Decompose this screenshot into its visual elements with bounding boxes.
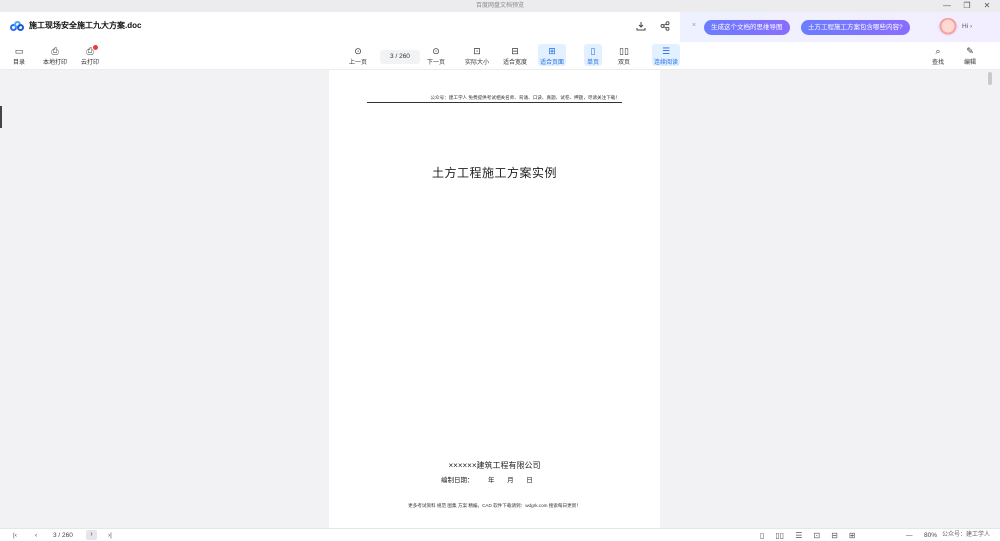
fit-width-small-icon[interactable]: ⊟ [831, 530, 838, 541]
page-header-rule [367, 102, 622, 103]
single-page-button[interactable]: ▯ 单页 [584, 44, 602, 66]
download-icon[interactable] [636, 21, 646, 34]
search-label: 查找 [931, 60, 944, 66]
ai-avatar-icon[interactable] [938, 18, 958, 36]
app-window: 百度网盘文档预览 — ❐ ✕ 施工现场安全施工九大方案.doc × 生成这个文档… [0, 0, 1000, 541]
share-icon[interactable] [660, 21, 670, 34]
continuous-read-icon: ☰ [661, 46, 671, 56]
page-footer-text: 更多考试资料 规范 图集 方案 精编，CAD 软件下载请到：wdgrk.com … [408, 503, 581, 508]
cloud-print-button[interactable]: ⎙ 云打印 [81, 45, 100, 66]
fit-page-button[interactable]: ⊞ 适合页面 [538, 44, 567, 66]
double-page-button[interactable]: ▯▯ 双页 [617, 46, 631, 66]
close-button[interactable]: ✕ [982, 0, 992, 12]
last-page-button[interactable]: ›| [108, 530, 112, 541]
single-page-label: 单页 [586, 60, 599, 66]
page-number-input[interactable]: 3 / 260 [380, 50, 420, 64]
actual-size-button[interactable]: ⊡ 实际大小 [465, 46, 489, 66]
page-header-text: 公众号：建工学人 免费提供考试相关名师、背诵、口诀、真题、试卷、押题，尽请关注下… [430, 95, 620, 100]
next-page-button[interactable]: ⊙ 下一页 [427, 46, 445, 66]
search-button[interactable]: ⌕ 查找 [931, 46, 945, 66]
company-name: ××××××建筑工程有限公司 [448, 461, 541, 470]
text-cursor [0, 106, 2, 128]
compile-date: 编制日期： 年 月 日 [441, 477, 533, 484]
scroll-view-icon[interactable]: ☰ [795, 530, 802, 541]
continuous-read-label: 连续阅读 [654, 60, 679, 66]
actual-size-label: 实际大小 [465, 60, 490, 66]
window-title: 百度网盘文档预览 [0, 0, 1000, 12]
fit-width-icon: ⊟ [511, 46, 519, 56]
search-icon: ⌕ [935, 46, 941, 56]
cloud-print-label: 云打印 [81, 60, 100, 66]
fit-page-label: 适合页面 [540, 60, 565, 66]
zoom-out-button[interactable]: — [906, 530, 913, 541]
header-actions [636, 21, 670, 34]
local-print-button[interactable]: ⎙ 本地打印 [43, 46, 67, 66]
single-page-icon: ▯ [590, 46, 596, 56]
status-bar: |‹ ‹ 3 / 260 › ›| ▯ ▯▯ ☰ ⊡ ⊟ ⊞ — 80% 公众号… [0, 528, 1000, 541]
chevron-down-circle-icon: ⊙ [432, 46, 440, 56]
fit-width-button[interactable]: ⊟ 适合宽度 [503, 46, 527, 66]
prev-page-label: 上一页 [349, 60, 368, 66]
single-view-icon[interactable]: ▯ [760, 530, 764, 541]
catalog-label: 目录 [12, 60, 25, 66]
fit-page-icon: ⊞ [548, 46, 556, 56]
catalog-button[interactable]: ▭ 目录 [12, 46, 26, 66]
document-page: 公众号：建工学人 免费提供考试相关名师、背诵、口诀、真题、试卷、押题，尽请关注下… [329, 70, 660, 528]
double-page-icon: ▯▯ [619, 46, 629, 56]
fit-width-label: 适合宽度 [503, 60, 528, 66]
next-page-label: 下一页 [427, 60, 446, 66]
prev-page-small-button[interactable]: ‹ [35, 530, 37, 541]
edit-button[interactable]: ✎ 编辑 [963, 46, 977, 66]
double-page-label: 双页 [617, 60, 630, 66]
pencil-icon: ✎ [966, 46, 974, 56]
catalog-icon: ▭ [14, 46, 24, 56]
baidu-netdisk-logo-icon [10, 20, 24, 31]
zoom-level: 80% [924, 532, 938, 539]
cloud-printer-icon: ⎙ [83, 45, 98, 57]
viewer-toolbar: ▭ 目录 ⎙ 本地打印 ⎙ 云打印 ⊙ 上一页 3 / 260 ⊙ 下一页 ⊡ … [0, 42, 1000, 70]
vertical-scrollbar[interactable] [988, 72, 992, 85]
ai-assistant-panel: × 生成这个文档的思维导图 土方工程施工方案包含哪些内容? Hi › [680, 12, 1000, 42]
chevron-up-circle-icon: ⊙ [354, 46, 362, 56]
window-controls: — ❐ ✕ [942, 0, 992, 12]
ai-suggestion-mindmap[interactable]: 生成这个文档的思维导图 [704, 20, 790, 35]
continuous-read-button[interactable]: ☰ 连续阅读 [652, 44, 681, 66]
printer-icon: ⎙ [51, 46, 59, 56]
restore-button[interactable]: ❐ [962, 0, 972, 12]
document-viewport[interactable]: 公众号：建工学人 免费提供考试相关名师、背诵、口诀、真题、试卷、押题，尽请关注下… [0, 70, 1000, 528]
doc-name: 施工现场安全施工九大方案.doc [29, 21, 142, 30]
fit-page-small-icon[interactable]: ⊞ [849, 530, 856, 541]
first-page-button[interactable]: |‹ [13, 530, 17, 541]
actual-size-icon: ⊡ [473, 46, 481, 56]
status-page-indicator: 3 / 260 [53, 532, 73, 539]
next-page-small-button[interactable]: › [86, 530, 97, 540]
doc-title: 施工现场安全施工九大方案.doc [10, 20, 141, 31]
notification-dot [93, 45, 98, 50]
actual-size-small-icon[interactable]: ⊡ [813, 530, 820, 541]
double-view-icon[interactable]: ▯▯ [775, 530, 784, 541]
minimize-button[interactable]: — [942, 0, 952, 12]
watermark-text: 公众号：建工学人 [942, 532, 991, 538]
edit-label: 编辑 [963, 60, 976, 66]
ai-close-button[interactable]: × [692, 22, 696, 29]
ai-suggestion-question[interactable]: 土方工程施工方案包含哪些内容? [801, 20, 910, 35]
ai-greeting[interactable]: Hi › [962, 23, 972, 30]
document-title: 土方工程施工方案实例 [431, 166, 557, 180]
local-print-label: 本地打印 [43, 60, 68, 66]
view-mode-icons: ▯ ▯▯ ☰ ⊡ ⊟ ⊞ [760, 530, 856, 541]
prev-page-button[interactable]: ⊙ 上一页 [349, 46, 367, 66]
